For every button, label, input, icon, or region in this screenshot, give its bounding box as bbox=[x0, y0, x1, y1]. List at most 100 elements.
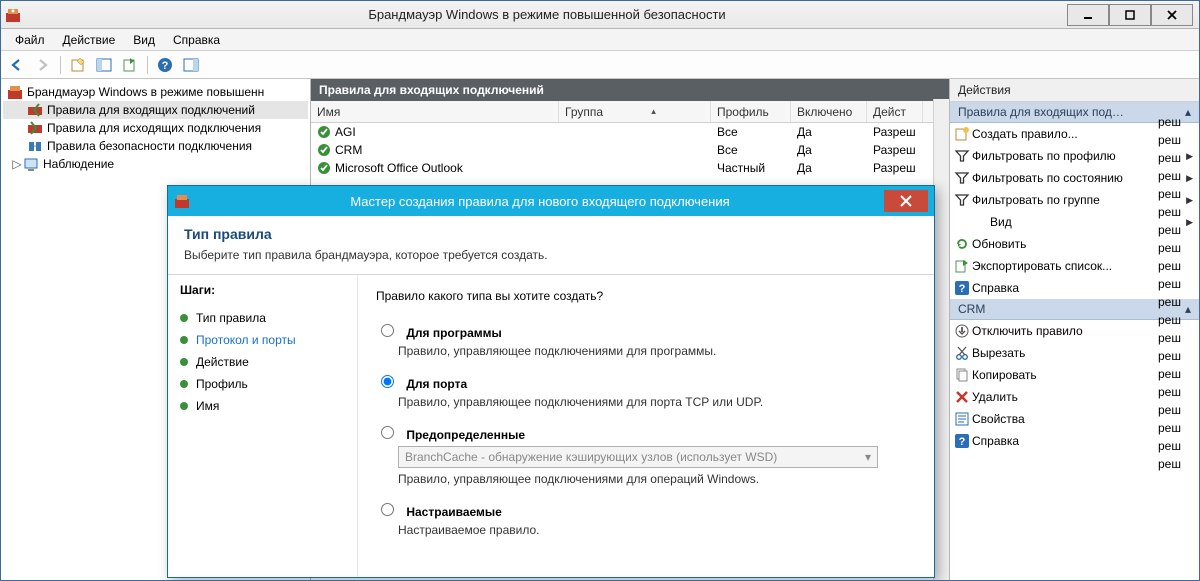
show-hide-action-pane-button[interactable] bbox=[179, 54, 203, 76]
expand-arrow-icon[interactable]: ▷ bbox=[11, 157, 23, 171]
menu-view[interactable]: Вид bbox=[125, 31, 163, 49]
wizard-step[interactable]: Протокол и порты bbox=[180, 329, 345, 351]
sort-asc-icon: ▲ bbox=[603, 107, 704, 116]
table-row[interactable]: AGIВсеДаРазреш bbox=[311, 123, 949, 141]
menu-help[interactable]: Справка bbox=[165, 31, 228, 49]
export-button[interactable] bbox=[118, 54, 142, 76]
col-name[interactable]: Имя bbox=[311, 101, 559, 122]
maximize-button[interactable] bbox=[1109, 4, 1151, 26]
wizard-icon bbox=[174, 193, 190, 209]
table-row[interactable]: Microsoft Office OutlookЧастныйДаРазреш bbox=[311, 159, 949, 177]
action-label: Фильтровать по состоянию bbox=[972, 171, 1186, 185]
action-фильтровать-по-профилю[interactable]: Фильтровать по профилю▶ bbox=[950, 145, 1199, 167]
action-удалить[interactable]: Удалить bbox=[950, 386, 1199, 408]
rule-type-desc: Правило, управляющее подключениями для п… bbox=[398, 395, 916, 409]
wizard-steps-pane: Шаги: Тип правилаПротокол и портыДействи… bbox=[168, 275, 358, 577]
submenu-arrow-icon: ▶ bbox=[1186, 217, 1193, 228]
col-group[interactable]: Группа▲ bbox=[559, 101, 711, 122]
tree-label: Наблюдение bbox=[43, 157, 114, 171]
col-enabled[interactable]: Включено bbox=[791, 101, 867, 122]
main-window: Брандмауэр Windows в режиме повышенной б… bbox=[0, 0, 1200, 581]
rule-type-radio[interactable] bbox=[381, 426, 394, 439]
action-справка[interactable]: ?Справка bbox=[950, 430, 1199, 452]
blank-icon bbox=[954, 214, 970, 230]
tree-conn-security[interactable]: Правила безопасности подключения bbox=[3, 137, 308, 155]
wizard-step[interactable]: Действие bbox=[180, 351, 345, 373]
tree-monitoring[interactable]: ▷ Наблюдение bbox=[3, 155, 308, 173]
action-экспортировать-список-[interactable]: Экспортировать список... bbox=[950, 255, 1199, 277]
action-label: Удалить bbox=[972, 390, 1193, 404]
new-button[interactable] bbox=[66, 54, 90, 76]
rule-type-radio[interactable] bbox=[381, 324, 394, 337]
toolbar-sep bbox=[60, 56, 61, 74]
col-action[interactable]: Дейст bbox=[867, 101, 923, 122]
action-отключить-правило[interactable]: Отключить правило bbox=[950, 320, 1199, 342]
action-вид[interactable]: Вид▶ bbox=[950, 211, 1199, 233]
action-label: Справка bbox=[972, 434, 1193, 448]
tree-label: Правила для входящих подключений bbox=[47, 103, 255, 117]
step-label: Действие bbox=[196, 355, 249, 369]
rule-type-radio[interactable] bbox=[381, 375, 394, 388]
wizard-question: Правило какого типа вы хотите создать? bbox=[376, 289, 916, 303]
rule-enabled: Да bbox=[791, 143, 867, 157]
svg-text:?: ? bbox=[162, 60, 169, 72]
wizard-step[interactable]: Профиль bbox=[180, 373, 345, 395]
help-icon: ? bbox=[954, 433, 970, 449]
tree-inbound-rules[interactable]: Правила для входящих подключений bbox=[3, 101, 308, 119]
action-справка[interactable]: ?Справка bbox=[950, 277, 1199, 299]
action-label: Отключить правило bbox=[972, 324, 1193, 338]
wizard-step[interactable]: Имя bbox=[180, 395, 345, 417]
wizard-step-desc: Выберите тип правила брандмауэра, которо… bbox=[184, 248, 918, 262]
wizard-step[interactable]: Тип правила bbox=[180, 307, 345, 329]
menu-action[interactable]: Действие bbox=[55, 31, 124, 49]
rule-type-radio[interactable] bbox=[381, 503, 394, 516]
step-bullet-icon bbox=[180, 402, 188, 410]
minimize-button[interactable] bbox=[1067, 4, 1109, 26]
close-button[interactable] bbox=[1151, 4, 1193, 26]
disable-icon bbox=[954, 323, 970, 339]
action-создать-правило-[interactable]: Создать правило... bbox=[950, 123, 1199, 145]
rule-action: Разреш bbox=[867, 143, 923, 157]
svg-text:?: ? bbox=[959, 283, 966, 295]
step-bullet-icon bbox=[180, 336, 188, 344]
action-копировать[interactable]: Копировать bbox=[950, 364, 1199, 386]
action-label: Фильтровать по профилю bbox=[972, 149, 1186, 163]
table-row[interactable]: CRMВсеДаРазреш bbox=[311, 141, 949, 159]
action-обновить[interactable]: Обновить bbox=[950, 233, 1199, 255]
window-title: Брандмауэр Windows в режиме повышенной б… bbox=[27, 7, 1067, 22]
back-button[interactable] bbox=[5, 54, 29, 76]
show-hide-tree-button[interactable] bbox=[92, 54, 116, 76]
col-profile[interactable]: Профиль bbox=[711, 101, 791, 122]
action-фильтровать-по-группе[interactable]: Фильтровать по группе▶ bbox=[950, 189, 1199, 211]
menu-file[interactable]: Файл bbox=[7, 31, 53, 49]
wizard-titlebar: Мастер создания правила для нового входя… bbox=[168, 186, 934, 216]
new-rule-icon bbox=[954, 126, 970, 142]
tree-label: Брандмауэр Windows в режиме повышенн bbox=[27, 85, 264, 99]
rule-name: AGI bbox=[335, 125, 356, 139]
predefined-combo[interactable]: BranchCache - обнаружение кэширующих узл… bbox=[398, 446, 878, 468]
action-вырезать[interactable]: Вырезать bbox=[950, 342, 1199, 364]
tree-root[interactable]: Брандмауэр Windows в режиме повышенн bbox=[3, 83, 308, 101]
cut-icon bbox=[954, 345, 970, 361]
actions-list: Отключить правило ВырезатьКопировать Удали… bbox=[950, 320, 1199, 452]
actions-list: Создать правило...Фильтровать по профилю… bbox=[950, 123, 1199, 299]
wizard-header: Тип правила Выберите тип правила брандма… bbox=[168, 216, 934, 275]
rule-profile: Частный bbox=[711, 161, 791, 175]
help-button[interactable]: ? bbox=[153, 54, 177, 76]
submenu-arrow-icon: ▶ bbox=[1186, 173, 1193, 184]
firewall-icon bbox=[7, 84, 23, 100]
inbound-icon bbox=[27, 102, 43, 118]
tree-outbound-rules[interactable]: Правила для исходящих подключения bbox=[3, 119, 308, 137]
vertical-scrollbar[interactable] bbox=[933, 99, 949, 580]
props-icon bbox=[954, 411, 970, 427]
partial-cell: реш bbox=[1154, 457, 1184, 475]
rule-profile: Все bbox=[711, 125, 791, 139]
window-controls bbox=[1067, 4, 1195, 26]
rule-type-label: Предопределенные bbox=[406, 428, 525, 442]
refresh-icon bbox=[954, 236, 970, 252]
app-icon bbox=[5, 7, 21, 23]
action-свойства[interactable]: Свойства bbox=[950, 408, 1199, 430]
action-фильтровать-по-состоянию[interactable]: Фильтровать по состоянию▶ bbox=[950, 167, 1199, 189]
forward-button[interactable] bbox=[31, 54, 55, 76]
wizard-close-button[interactable] bbox=[884, 190, 928, 212]
